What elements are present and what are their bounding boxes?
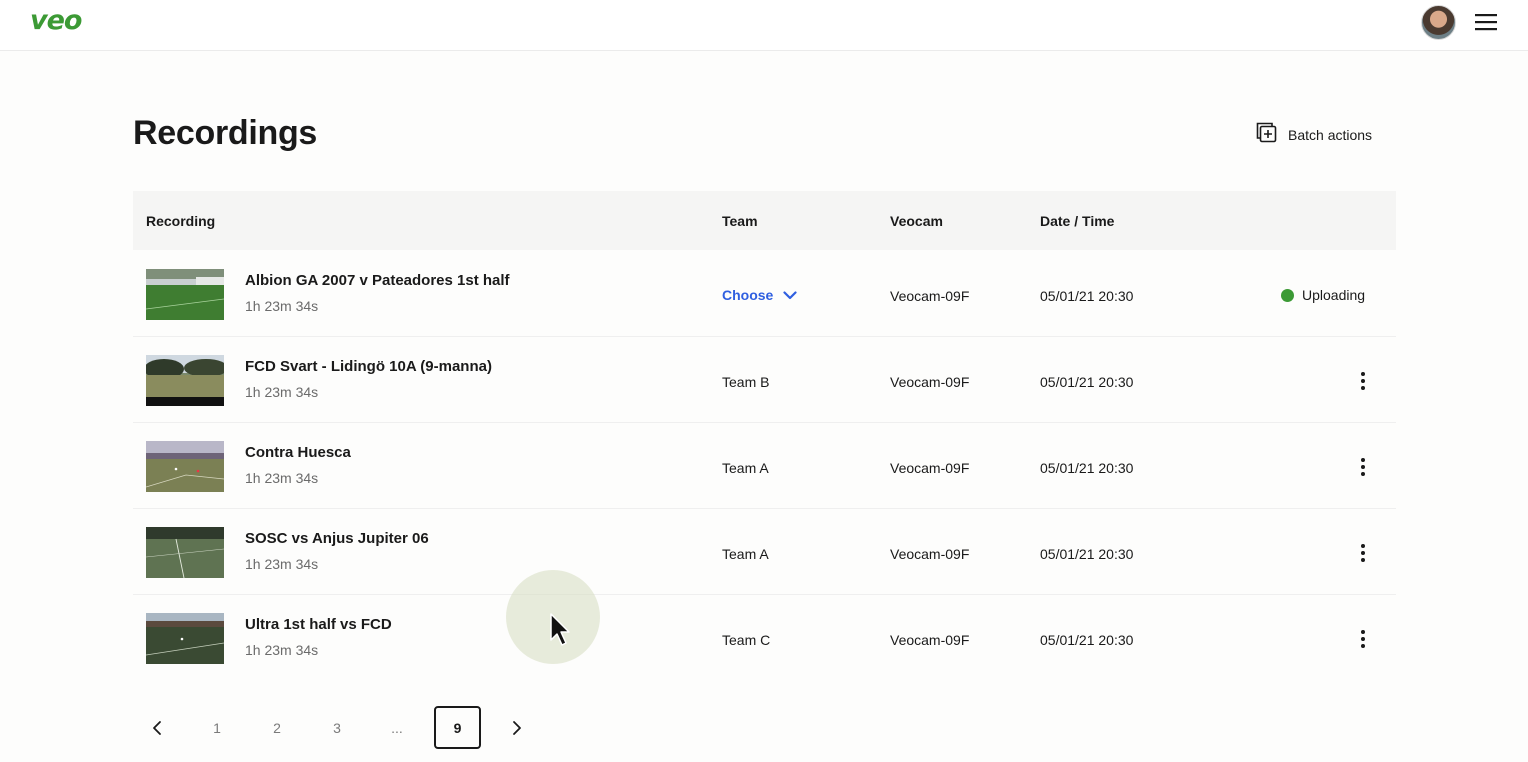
batch-actions-label: Batch actions xyxy=(1288,127,1373,143)
team-cell: Team C xyxy=(722,632,771,648)
more-options-icon[interactable] xyxy=(1354,456,1372,478)
veocam-cell: Veocam-09F xyxy=(890,546,970,562)
more-options-icon[interactable] xyxy=(1354,628,1372,650)
team-cell: Team A xyxy=(722,460,769,476)
table-row[interactable]: Contra Huesca 1h 23m 34s Team A Veocam-0… xyxy=(133,423,1396,509)
recording-duration: 1h 23m 34s xyxy=(245,384,319,400)
team-cell: Team B xyxy=(722,374,770,390)
status-label: Uploading xyxy=(1302,287,1366,303)
veocam-cell: Veocam-09F xyxy=(890,632,970,648)
date-time-cell: 05/01/21 20:30 xyxy=(1040,460,1134,476)
date-time-cell: 05/01/21 20:30 xyxy=(1040,632,1134,648)
more-options-icon[interactable] xyxy=(1354,542,1372,564)
top-bar: veo xyxy=(0,0,1528,51)
date-time-cell: 05/01/21 20:30 xyxy=(1040,288,1134,304)
column-date-time[interactable]: Date / Time xyxy=(1040,213,1114,229)
veo-logo[interactable]: veo xyxy=(30,5,82,36)
recording-thumbnail[interactable] xyxy=(146,527,224,578)
page-9-button[interactable]: 9 xyxy=(434,706,481,749)
status-badge: Uploading xyxy=(1281,287,1365,303)
recording-duration: 1h 23m 34s xyxy=(245,298,319,314)
veocam-cell: Veocam-09F xyxy=(890,288,970,304)
status-dot-icon xyxy=(1281,288,1294,302)
batch-add-icon xyxy=(1255,121,1278,149)
chevron-right-icon[interactable] xyxy=(505,706,529,749)
batch-actions-button[interactable]: Batch actions xyxy=(1255,122,1372,148)
page-2-button[interactable]: 2 xyxy=(265,706,289,749)
chevron-left-icon[interactable] xyxy=(145,706,169,749)
veocam-cell: Veocam-09F xyxy=(890,374,970,390)
recording-duration: 1h 23m 34s xyxy=(245,470,319,486)
pagination: 1 2 3 ... 9 xyxy=(133,706,553,749)
hamburger-menu-icon[interactable] xyxy=(1474,12,1498,32)
recording-thumbnail[interactable] xyxy=(146,613,224,664)
recording-duration: 1h 23m 34s xyxy=(245,642,319,658)
user-avatar[interactable] xyxy=(1421,5,1456,40)
team-choose-label: Choose xyxy=(722,287,774,303)
recording-thumbnail[interactable] xyxy=(146,441,224,492)
recording-title[interactable]: SOSC vs Anjus Jupiter 06 xyxy=(245,530,429,547)
column-team[interactable]: Team xyxy=(722,213,758,229)
recording-thumbnail[interactable] xyxy=(146,269,224,320)
recording-title[interactable]: Albion GA 2007 v Pateadores 1st half xyxy=(245,272,510,289)
page-3-button[interactable]: 3 xyxy=(325,706,349,749)
date-time-cell: 05/01/21 20:30 xyxy=(1040,374,1134,390)
page-1-button[interactable]: 1 xyxy=(205,706,229,749)
page-ellipsis: ... xyxy=(391,719,403,736)
more-options-icon[interactable] xyxy=(1354,370,1372,392)
column-veocam[interactable]: Veocam xyxy=(890,213,943,229)
team-choose-dropdown[interactable]: Choose xyxy=(722,287,797,303)
table-row[interactable]: SOSC vs Anjus Jupiter 06 1h 23m 34s Team… xyxy=(133,509,1396,595)
column-recording[interactable]: Recording xyxy=(146,213,215,229)
table-row[interactable]: Ultra 1st half vs FCD 1h 23m 34s Team C … xyxy=(133,595,1396,681)
chevron-down-icon xyxy=(783,287,797,303)
recording-title[interactable]: Ultra 1st half vs FCD xyxy=(245,616,392,633)
mouse-cursor-icon xyxy=(548,612,574,650)
recording-title[interactable]: Contra Huesca xyxy=(245,444,351,461)
team-cell: Team A xyxy=(722,546,769,562)
recording-duration: 1h 23m 34s xyxy=(245,556,319,572)
table-header: Recording Team Veocam Date / Time xyxy=(133,191,1396,250)
table-row[interactable]: FCD Svart - Lidingö 10A (9-manna) 1h 23m… xyxy=(133,337,1396,423)
recording-title[interactable]: FCD Svart - Lidingö 10A (9-manna) xyxy=(245,358,492,375)
date-time-cell: 05/01/21 20:30 xyxy=(1040,546,1134,562)
table-row[interactable]: Albion GA 2007 v Pateadores 1st half 1h … xyxy=(133,251,1396,337)
veocam-cell: Veocam-09F xyxy=(890,460,970,476)
recording-thumbnail[interactable] xyxy=(146,355,224,406)
page-title: Recordings xyxy=(133,114,318,152)
